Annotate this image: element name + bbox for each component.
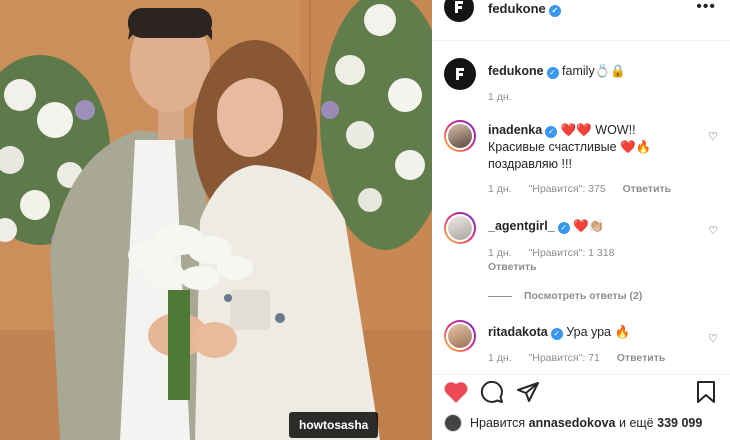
post-header: fedukone ✓ ••• xyxy=(432,0,730,22)
comment-likes[interactable]: "Нравится": 71 xyxy=(529,352,600,364)
reply-button[interactable]: Ответить xyxy=(623,183,672,195)
photo-user-tag[interactable]: howtosasha xyxy=(289,412,379,438)
comment-meta: 1 дн. "Нравится": 375 Ответить xyxy=(488,183,685,195)
view-replies-label: Посмотреть ответы (2) xyxy=(524,290,643,302)
comment-like-icon[interactable]: ♡ xyxy=(708,130,718,143)
comment-likes[interactable]: "Нравится": 1 318 xyxy=(529,247,615,259)
caption-body: family💍🔒 xyxy=(562,64,626,78)
caption-username[interactable]: fedukone xyxy=(488,64,544,78)
caption-text: fedukone ✓ family💍🔒 xyxy=(488,63,704,80)
commenter-username[interactable]: ritadakota xyxy=(488,325,548,339)
author-username-text: fedukone xyxy=(488,1,546,16)
author-logo-icon xyxy=(455,1,463,13)
comment-body: inadenka ✓ ❤️❤️ WOW!! Красивые счастливые… xyxy=(488,122,704,173)
comment-text-line: ❤️❤️ WOW!! xyxy=(560,123,636,137)
commenter-avatar[interactable] xyxy=(444,212,476,244)
more-icon[interactable]: ••• xyxy=(696,0,716,16)
comment-text-line: Ура ура 🔥 xyxy=(566,325,631,339)
bookmark-icon[interactable] xyxy=(695,380,717,404)
reply-button[interactable]: Ответить xyxy=(488,261,537,273)
comment-item: ritadakota ✓ Ура ура 🔥 ♡ 1 дн. "Нравится"… xyxy=(432,320,730,368)
commenter-avatar[interactable] xyxy=(444,320,476,352)
comment-meta: 1 дн. "Нравится": 71 Ответить xyxy=(488,352,679,364)
header-divider xyxy=(432,40,730,41)
comment-time: 1 дн. xyxy=(488,183,512,195)
author-username[interactable]: fedukone ✓ xyxy=(488,1,561,17)
comment-text-line: Красивые счастливые ❤️🔥 xyxy=(488,140,652,154)
commenter-avatar[interactable] xyxy=(444,120,476,152)
replies-dash xyxy=(488,295,512,297)
caption-avatar[interactable] xyxy=(444,58,476,90)
comment-like-icon[interactable]: ♡ xyxy=(708,224,718,237)
liker-avatar xyxy=(444,414,462,432)
caption-meta: 1 дн. xyxy=(488,91,526,103)
comment-like-icon[interactable]: ♡ xyxy=(708,332,718,345)
likes-count[interactable]: 339 099 xyxy=(657,416,702,430)
commenter-username[interactable]: _agentgirl_ xyxy=(488,219,555,233)
caption-time: 1 дн. xyxy=(488,91,512,103)
verified-icon: ✓ xyxy=(557,222,570,234)
photo-illustration xyxy=(0,0,432,440)
likes-prefix: Нравится xyxy=(470,416,526,430)
post-side-panel: fedukone ✓ ••• fedukone ✓ family💍🔒 1 дн. i… xyxy=(432,0,730,440)
comment-body: _agentgirl_ ✓ ❤️👏🏼 xyxy=(488,218,704,235)
comment-text-line: ❤️👏🏼 xyxy=(573,219,605,233)
comment-meta: 1 дн. "Нравится": 1 318 xyxy=(488,247,628,259)
verified-icon: ✓ xyxy=(545,126,558,138)
post-photo[interactable]: howtosasha xyxy=(0,0,432,440)
comment-time: 1 дн. xyxy=(488,247,512,259)
verified-icon: ✓ xyxy=(550,328,563,340)
comment-item: inadenka ✓ ❤️❤️ WOW!! Красивые счастливые… xyxy=(432,120,730,202)
liker-username[interactable]: annasedokova xyxy=(529,416,616,430)
comment-text-line: поздравляю !!! xyxy=(488,157,572,171)
comment-item: _agentgirl_ ✓ ❤️👏🏼 ♡ 1 дн. "Нравится": 1 … xyxy=(432,212,730,302)
comment-icon[interactable] xyxy=(480,380,504,404)
actions-divider xyxy=(432,374,730,375)
comment-body: ritadakota ✓ Ура ура 🔥 xyxy=(488,324,704,341)
comment-time: 1 дн. xyxy=(488,352,512,364)
author-logo-icon xyxy=(456,68,464,80)
caption-row: fedukone ✓ family💍🔒 1 дн. xyxy=(432,56,730,106)
author-avatar[interactable] xyxy=(444,0,474,22)
view-replies-button[interactable]: Посмотреть ответы (2) xyxy=(488,290,642,302)
verified-icon: ✓ xyxy=(546,67,559,79)
heart-icon[interactable] xyxy=(443,380,469,404)
commenter-username[interactable]: inadenka xyxy=(488,123,542,137)
share-icon[interactable] xyxy=(516,380,540,404)
comment-likes[interactable]: "Нравится": 375 xyxy=(529,183,606,195)
likes-summary[interactable]: Нравится annasedokova и ещё 339 099 xyxy=(444,414,702,432)
reply-button[interactable]: Ответить xyxy=(617,352,666,364)
comment-meta-reply: Ответить xyxy=(488,261,551,273)
verified-icon: ✓ xyxy=(548,5,561,17)
action-bar xyxy=(432,380,730,410)
likes-middle: и ещё xyxy=(618,416,654,430)
